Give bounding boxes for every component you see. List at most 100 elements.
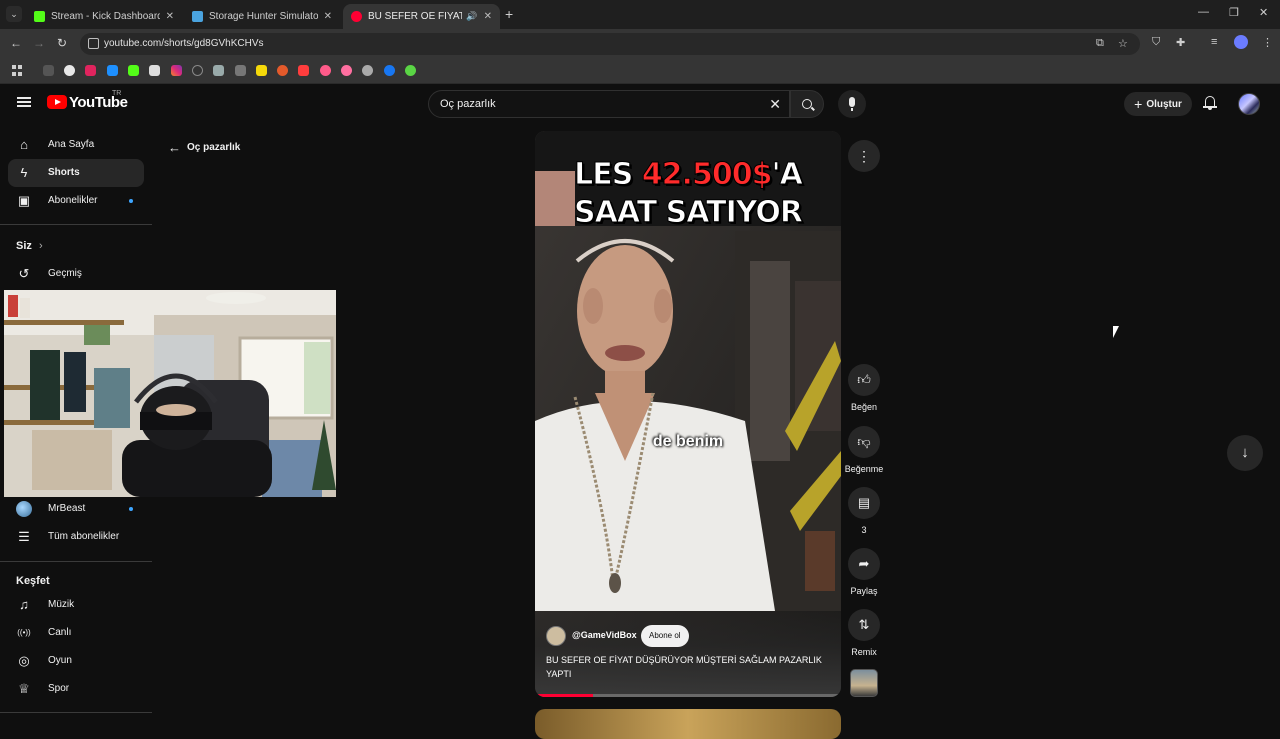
remix-button[interactable]: ⇅ Remix xyxy=(842,609,886,657)
comments-button[interactable]: ▤ 3 xyxy=(842,487,886,535)
window-close-icon[interactable]: ✕ xyxy=(1259,6,1268,19)
new-tab-button[interactable]: + xyxy=(505,6,513,22)
sidebar-item-all-subscriptions[interactable]: ☰ Tüm abonelikler xyxy=(8,523,144,551)
media-controls-icon[interactable]: ≡ xyxy=(1211,36,1217,48)
next-short-preview[interactable] xyxy=(535,709,841,739)
bookmark-icon[interactable] xyxy=(149,65,160,76)
tab-search-button[interactable]: ⌄ xyxy=(6,6,22,22)
notifications-bell-icon[interactable] xyxy=(1203,96,1217,110)
bookmark-icon[interactable] xyxy=(362,65,373,76)
you-section-heading[interactable]: Siz › xyxy=(16,240,43,252)
sidebar-item-label: MrBeast xyxy=(48,503,86,514)
channel-avatar xyxy=(16,501,32,517)
subscribe-button[interactable]: Abone ol xyxy=(641,625,689,647)
bookmark-star-icon[interactable]: ☆ xyxy=(1118,37,1128,50)
channel-avatar[interactable] xyxy=(546,626,566,646)
kebab-menu-icon[interactable]: ⋮ xyxy=(1262,36,1273,49)
url-text: youtube.com/shorts/gd8GVhKCHVs xyxy=(104,38,264,49)
back-arrow-icon[interactable]: ← xyxy=(10,36,22,50)
short-meta-panel: @GameVidBox Abone ol BU SEFER OE FİYAT D… xyxy=(535,611,841,697)
create-label: Oluştur xyxy=(1146,98,1182,110)
browser-toolbar: ← → ↻ youtube.com/shorts/gd8GVhKCHVs ⧉ ☆… xyxy=(0,29,1280,59)
bookmark-icon[interactable] xyxy=(298,65,309,76)
extensions-icon[interactable]: ✚ xyxy=(1176,36,1185,49)
shorts-icon: ϟ xyxy=(20,165,28,180)
bookmark-icon[interactable] xyxy=(256,65,267,76)
live-icon: ((•)) xyxy=(17,628,31,637)
back-to-search-link[interactable]: ← Oç pazarlık xyxy=(168,140,240,155)
short-video-player[interactable]: LES 42.500$'A SAAT SATIYOR de benim @Gam… xyxy=(535,131,841,697)
close-tab-icon[interactable]: ✕ xyxy=(324,11,332,22)
bookmark-icon[interactable] xyxy=(341,65,352,76)
more-options-button[interactable]: ⋮ xyxy=(848,140,880,172)
bookmark-icon[interactable] xyxy=(192,65,203,76)
bookmark-icon[interactable] xyxy=(213,65,224,76)
facebook-icon[interactable] xyxy=(384,65,395,76)
microphone-stand xyxy=(851,108,853,111)
bookmark-icon[interactable] xyxy=(43,65,54,76)
search-input[interactable]: Oç pazarlık ✕ xyxy=(428,90,790,118)
sidebar-item-history[interactable]: ↺ Geçmiş xyxy=(8,260,144,288)
sidebar-item-sports[interactable]: ♕ Spor xyxy=(8,675,144,703)
sidebar-item-label: Müzik xyxy=(48,599,75,610)
mouse-cursor-icon xyxy=(1113,326,1119,338)
speaker-icon[interactable]: 🔊 xyxy=(466,11,477,22)
kick-bookmark-icon[interactable] xyxy=(128,65,139,76)
restore-icon[interactable]: ❐ xyxy=(1229,6,1239,19)
site-info-icon[interactable] xyxy=(88,38,99,49)
channel-name[interactable]: @GameVidBox xyxy=(572,630,637,640)
sidebar-item-music[interactable]: ♫ Müzik xyxy=(8,591,144,619)
bookmark-icon[interactable] xyxy=(277,65,288,76)
bookmark-icon[interactable] xyxy=(320,65,331,76)
install-app-icon[interactable]: ⧉ xyxy=(1096,37,1104,50)
sound-thumbnail[interactable] xyxy=(850,669,878,697)
youtube-header: YouTube TR Oç pazarlık ✕ + Oluştur xyxy=(0,85,1280,123)
back-arrow-icon: ← xyxy=(168,140,181,155)
browser-tab-youtube[interactable]: BU SEFER OE FİYAT DÜŞÜRÜ 🔊 ✕ xyxy=(343,4,500,29)
home-icon: ⌂ xyxy=(20,137,28,152)
sidebar-item-label: Canlı xyxy=(48,627,72,638)
instagram-icon[interactable] xyxy=(171,65,182,76)
bookmarks-bar xyxy=(0,59,1280,84)
address-bar[interactable]: youtube.com/shorts/gd8GVhKCHVs ⧉ ☆ xyxy=(80,33,1140,55)
forward-arrow-icon[interactable]: → xyxy=(33,36,45,50)
sidebar-item-label: Spor xyxy=(48,683,70,694)
reload-icon[interactable]: ↻ xyxy=(57,36,67,50)
clear-search-icon[interactable]: ✕ xyxy=(769,96,781,113)
voice-search-button[interactable] xyxy=(838,90,866,118)
sidebar-item-gaming[interactable]: ◎ Oyun xyxy=(8,647,144,675)
short-title[interactable]: BU SEFER OE FİYAT DÜŞÜRÜYOR MÜŞTERİ SAĞL… xyxy=(546,653,828,681)
browser-tab-kick[interactable]: Stream - Kick Dashboard ✕ xyxy=(26,4,182,29)
search-button[interactable] xyxy=(790,90,824,118)
you-heading-text: Siz xyxy=(16,240,32,252)
close-tab-icon[interactable]: ✕ xyxy=(484,11,492,22)
profile-avatar-icon[interactable] xyxy=(1234,35,1248,49)
apps-grid-icon[interactable] xyxy=(12,65,23,76)
sidebar-item-channel[interactable]: MrBeast xyxy=(8,495,144,523)
dislike-button[interactable]: 👎︎ Beğenme xyxy=(842,426,886,474)
tab-title: Storage Hunter Simulator Steam xyxy=(209,11,318,22)
sidebar-item-home[interactable]: ⌂ Ana Sayfa xyxy=(8,131,144,159)
new-content-dot xyxy=(129,199,133,203)
minimize-icon[interactable]: — xyxy=(1198,6,1209,18)
sidebar-item-live[interactable]: ((•)) Canlı xyxy=(8,619,144,647)
browser-tab-steam[interactable]: Storage Hunter Simulator Steam ✕ xyxy=(184,4,340,29)
video-progress-bar[interactable] xyxy=(535,694,841,697)
bookmark-icon[interactable] xyxy=(235,65,246,76)
like-button[interactable]: 👍︎ Beğen xyxy=(842,364,886,412)
create-button[interactable]: + Oluştur xyxy=(1124,92,1192,116)
bookmark-icon[interactable] xyxy=(107,65,118,76)
search-query: Oç pazarlık xyxy=(440,98,496,110)
hamburger-menu-icon[interactable] xyxy=(17,97,31,107)
close-tab-icon[interactable]: ✕ xyxy=(166,11,174,22)
next-video-down-arrow-icon[interactable]: ↓ xyxy=(1227,435,1263,471)
youtube-logo-icon[interactable] xyxy=(47,95,67,109)
share-button[interactable]: ➦ Paylaş xyxy=(842,548,886,596)
bookmark-icon[interactable] xyxy=(85,65,96,76)
account-avatar[interactable] xyxy=(1238,93,1260,115)
sidebar-item-subscriptions[interactable]: ▣ Abonelikler xyxy=(8,187,144,215)
chrome-bookmark-icon[interactable] xyxy=(64,65,75,76)
shield-icon[interactable]: ⛉ xyxy=(1152,36,1160,49)
sidebar-item-shorts[interactable]: ϟ Shorts xyxy=(8,159,144,187)
bookmark-icon[interactable] xyxy=(405,65,416,76)
